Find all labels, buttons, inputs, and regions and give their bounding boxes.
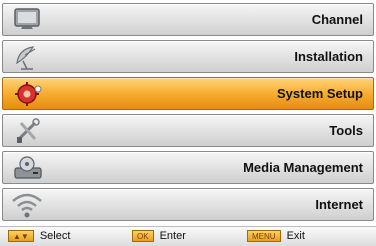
wifi-icon bbox=[9, 191, 53, 219]
up-down-key-badge: ▲▼ bbox=[8, 230, 34, 242]
tools-icon bbox=[9, 117, 53, 145]
media-drive-icon bbox=[9, 154, 53, 182]
menu-item-installation[interactable]: Installation bbox=[2, 40, 374, 73]
menu-screen: Channel Installation System Setup Tools … bbox=[0, 0, 376, 246]
menu-item-label: System Setup bbox=[277, 86, 363, 101]
menu-item-label: Tools bbox=[329, 123, 363, 138]
menu-item-channel[interactable]: Channel bbox=[2, 3, 374, 36]
select-hint-label: Select bbox=[39, 230, 71, 242]
menu-item-label: Media Management bbox=[243, 160, 363, 175]
satellite-dish-icon bbox=[9, 43, 53, 71]
settings-gear-icon bbox=[9, 80, 53, 108]
enter-hint-label: Enter bbox=[159, 230, 186, 242]
menu-item-label: Installation bbox=[294, 49, 363, 64]
menu-item-label: Internet bbox=[315, 197, 363, 212]
menu-item-internet[interactable]: Internet bbox=[2, 188, 374, 221]
main-menu: Channel Installation System Setup Tools … bbox=[2, 3, 374, 225]
exit-hint-label: Exit bbox=[286, 230, 305, 242]
key-hint-bar: ▲▼ Select OK Enter MENU Exit bbox=[0, 226, 376, 246]
menu-item-label: Channel bbox=[311, 12, 363, 27]
menu-item-tools[interactable]: Tools bbox=[2, 114, 374, 147]
menu-key-badge: MENU bbox=[247, 230, 281, 242]
ok-key-badge: OK bbox=[132, 230, 154, 242]
menu-item-media-management[interactable]: Media Management bbox=[2, 151, 374, 184]
select-hint: ▲▼ Select bbox=[8, 230, 70, 242]
enter-hint: OK Enter bbox=[132, 230, 186, 242]
exit-hint: MENU Exit bbox=[247, 230, 305, 242]
tv-screen-icon bbox=[9, 6, 53, 34]
menu-item-system-setup[interactable]: System Setup bbox=[2, 77, 374, 110]
